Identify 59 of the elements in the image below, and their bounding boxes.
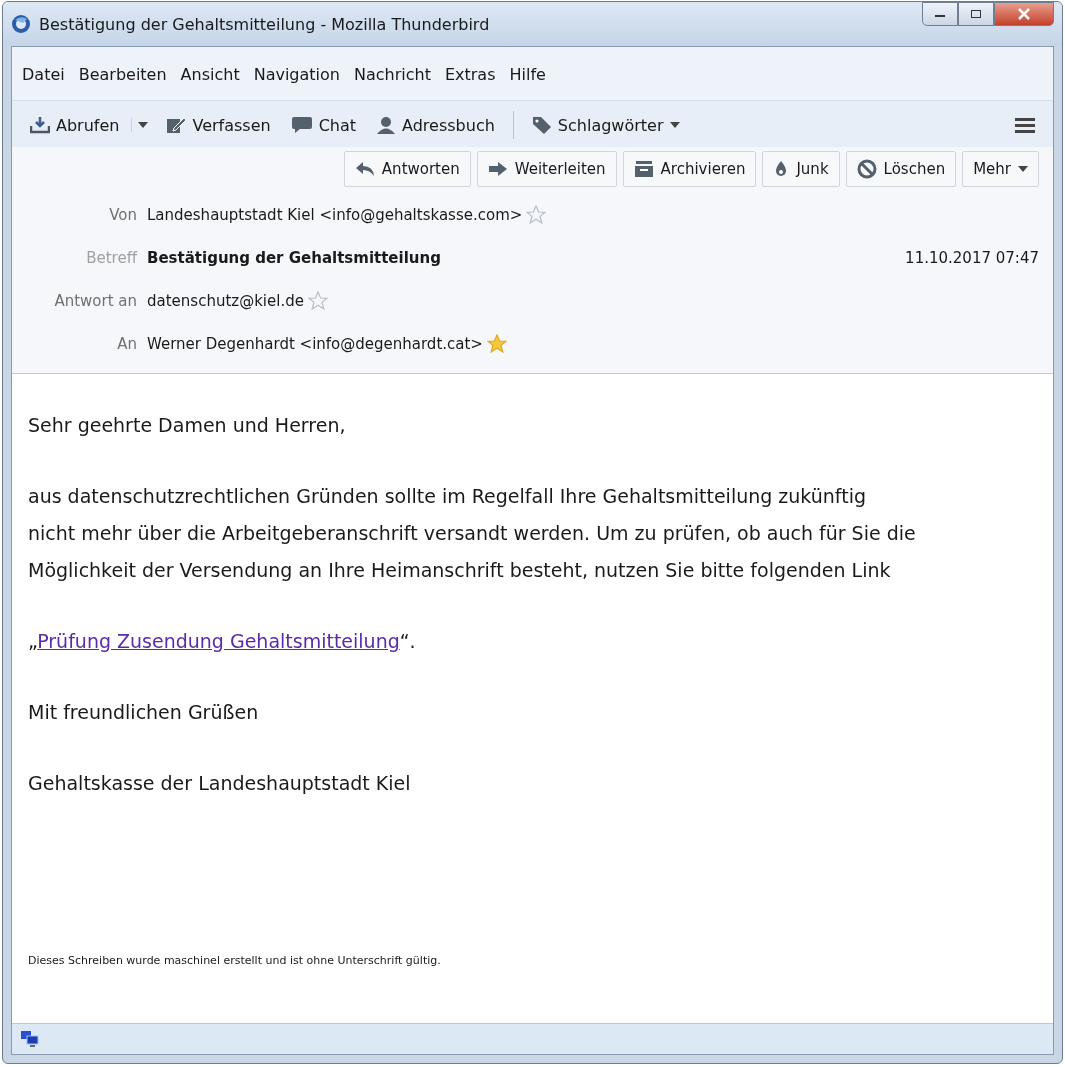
toolbar-button[interactable]: Abrufen: [22, 111, 128, 139]
header-label: Betreff: [85, 248, 139, 267]
toolbar-button[interactable]: Chat: [282, 111, 365, 139]
subject-text: Bestätigung der Gehaltsmitteilung: [147, 248, 441, 267]
link[interactable]: Prüfung Zusendung Gehaltsmitteilung: [37, 630, 400, 652]
date-text: 11.10.2017 07:47: [905, 248, 1039, 267]
caret-icon: [669, 122, 680, 128]
chat-bubble-icon: [290, 116, 313, 134]
toolbar-button[interactable]: Schlagwörter: [523, 111, 688, 139]
person-icon: [376, 116, 397, 134]
toolbar-button[interactable]: Verfassen: [158, 111, 279, 139]
window-title: Bestätigung der Gehaltsmitteilung - Mozilla Thunderbird: [39, 14, 490, 34]
empty-star-icon[interactable]: [526, 204, 547, 225]
header-label: Antwort an: [53, 291, 138, 310]
menu-item[interactable]: Hilfe: [507, 63, 548, 86]
close-button[interactable]: [994, 2, 1054, 26]
download-icon: [30, 116, 50, 134]
quote-mark: „: [28, 630, 38, 652]
menu-item[interactable]: Navigation: [251, 63, 342, 86]
menu-item[interactable]: Bearbeiten: [76, 63, 169, 86]
quote-mark: “.: [399, 630, 416, 652]
body-paragraph: aus datenschutzrechtlichen Gründen sollte im Regelfall Ihre Gehaltsmitteilung zukünftig nicht mehr über die Arbeitgeberanschrift versandt werden. Um zu prüfen, ob auch für Sie die Möglichkeit der Versendung an Ihre Heimanschrift besteht, nutzen Sie bitte folgenden Link: [28, 484, 917, 583]
maximize-icon: [970, 9, 982, 19]
minimize-button[interactable]: [922, 2, 958, 26]
toolbar-button[interactable]: Adressbuch: [368, 111, 503, 139]
action-button[interactable]: Löschen: [845, 151, 957, 187]
address-text: datenschutz@kiel.de: [147, 291, 304, 310]
menu-item[interactable]: Extras: [442, 63, 498, 86]
maximize-button[interactable]: [958, 2, 994, 26]
menu-item[interactable]: Ansicht: [178, 63, 242, 86]
footnote-text: Dieses Schreiben wurde maschinel erstellt und ist ohne Unterschrift gültig.: [28, 953, 442, 969]
action-button[interactable]: Weiterleiten: [476, 151, 617, 187]
caret-icon: [1018, 166, 1028, 172]
address-text: Landeshauptstadt Kiel <info@gehaltskasse.com>: [147, 205, 523, 224]
header-label: An: [116, 334, 138, 353]
action-button[interactable]: Mehr: [962, 151, 1039, 187]
empty-star-icon[interactable]: [307, 290, 328, 311]
caret-icon: [138, 122, 149, 128]
signature-text: Gehaltskasse der Landeshauptstadt Kiel: [28, 771, 412, 796]
tag-icon: [531, 116, 552, 134]
menu-item[interactable]: Nachricht: [351, 63, 433, 86]
closing-text: Mit freundlichen Grüßen: [28, 700, 260, 725]
menu-icon: [1015, 116, 1035, 134]
action-button[interactable]: Archivieren: [622, 151, 757, 187]
right-arrow-icon: [487, 161, 508, 177]
header-label: Von: [108, 205, 138, 224]
address-text: Werner Degenhardt <info@degenhardt.cat>: [147, 334, 483, 353]
close-icon: [1017, 8, 1031, 20]
archive-box-icon: [633, 160, 654, 178]
app-logo-icon: [11, 14, 31, 34]
reply-arrow-icon: [354, 161, 375, 177]
no-entry-icon: [856, 159, 877, 179]
filled-star-icon[interactable]: [486, 333, 507, 354]
menu-item[interactable]: Datei: [20, 63, 67, 86]
action-button[interactable]: Antworten: [343, 151, 471, 187]
greeting-text: Sehr geehrte Damen und Herren,: [28, 413, 347, 438]
pencil-icon: [166, 116, 187, 134]
network-status-icon[interactable]: [20, 1030, 40, 1048]
action-button[interactable]: Junk: [762, 151, 840, 187]
